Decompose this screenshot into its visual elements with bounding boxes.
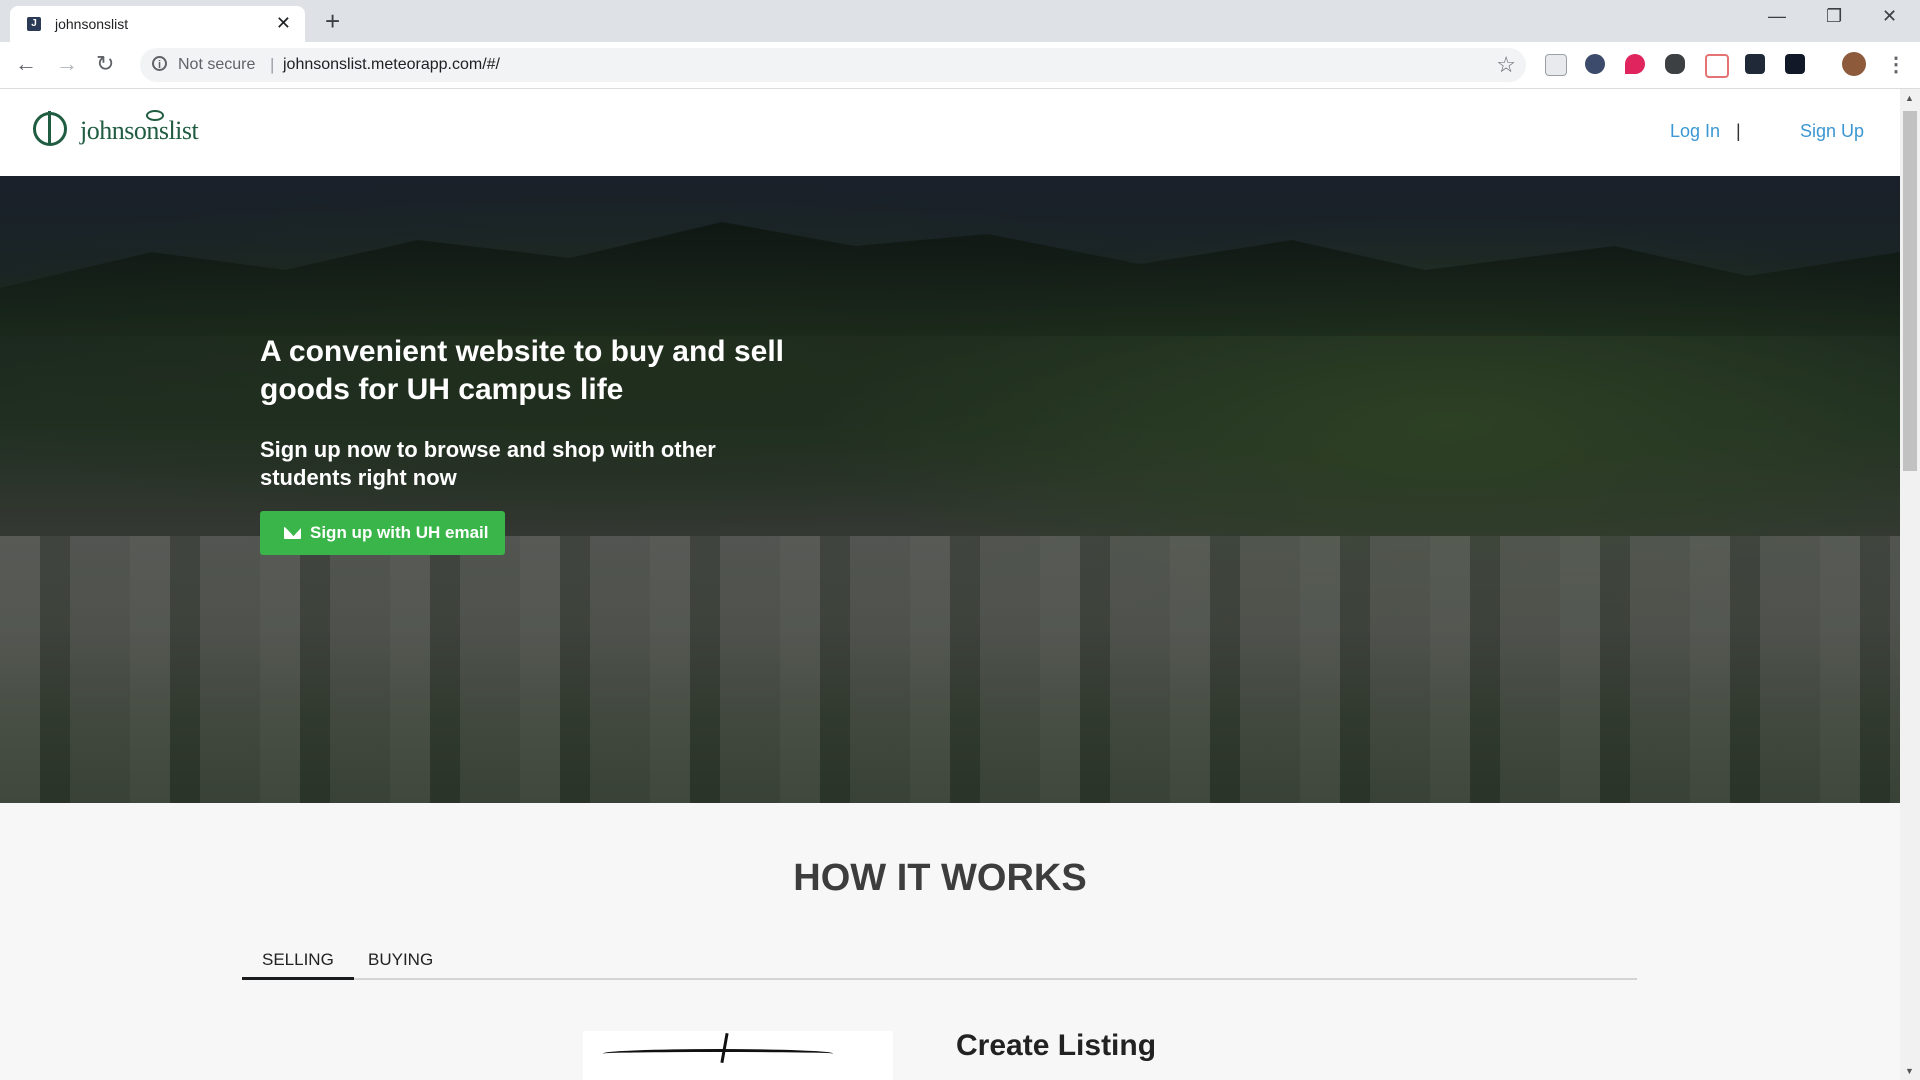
hero-subtitle: Sign up now to browse and shop with othe…: [260, 437, 716, 490]
how-it-works-section: HOW IT WORKS SELLING BUYING Create Listi…: [0, 803, 1900, 1080]
extension-shield-icon[interactable]: [1625, 54, 1645, 74]
minimize-icon[interactable]: —: [1768, 6, 1786, 27]
new-tab-icon[interactable]: +: [325, 6, 340, 36]
scroll-up-icon[interactable]: ▲: [1905, 93, 1914, 103]
close-tab-icon[interactable]: ✕: [276, 13, 291, 34]
signup-button-label: Sign up with UH email: [310, 523, 489, 542]
browser-tab-bar: J johnsonslist ✕ + — ❐ ✕: [0, 0, 1920, 42]
how-it-works-tabs: SELLING BUYING: [242, 948, 1637, 980]
scroll-down-icon[interactable]: ▼: [1905, 1066, 1914, 1076]
tab-buying[interactable]: BUYING: [348, 948, 453, 978]
page-scrollbar[interactable]: ▲ ▼: [1900, 89, 1920, 1080]
extension-pdf-icon[interactable]: [1705, 54, 1729, 78]
logo-mark-icon: [33, 111, 67, 146]
signup-uh-email-button[interactable]: Sign up with UH email: [260, 511, 505, 555]
scrollbar-thumb[interactable]: [1903, 111, 1917, 471]
profile-avatar[interactable]: [1842, 52, 1866, 76]
bookmark-star-icon[interactable]: ☆: [1496, 52, 1516, 78]
address-bar[interactable]: i Not secure | johnsonslist.meteorapp.co…: [140, 48, 1526, 82]
hero-section: A convenient website to buy and sell goo…: [0, 176, 1900, 803]
tab-title: johnsonslist: [55, 16, 129, 32]
address-separator: |: [270, 55, 275, 74]
extension-tabs-icon[interactable]: [1545, 54, 1567, 76]
back-icon[interactable]: ←: [15, 51, 37, 77]
step-title: Create Listing: [956, 1029, 1157, 1062]
security-indicator[interactable]: Not secure: [178, 56, 255, 74]
browser-tab[interactable]: J johnsonslist ✕: [10, 6, 305, 42]
nav-separator: |: [1736, 121, 1741, 141]
envelope-icon: [284, 527, 301, 539]
forward-icon[interactable]: →: [56, 51, 78, 77]
extension-puzzle-icon[interactable]: [1665, 54, 1685, 74]
browser-menu-icon[interactable]: ⋮: [1886, 52, 1906, 77]
window-close-icon[interactable]: ✕: [1882, 6, 1897, 27]
site-header: johnsonslist Log In | Sign Up: [0, 89, 1900, 176]
page-viewport: johnsonslist Log In | Sign Up A convenie…: [0, 89, 1900, 1080]
hero-title: A convenient website to buy and sell goo…: [260, 335, 784, 406]
create-listing-illustration: [583, 1031, 893, 1080]
login-link[interactable]: Log In: [1670, 121, 1720, 142]
extension-dev-icon[interactable]: [1785, 54, 1805, 74]
restore-icon[interactable]: ❐: [1826, 6, 1842, 27]
reload-icon[interactable]: ↻: [96, 51, 114, 77]
tab-selling[interactable]: SELLING: [242, 948, 354, 980]
extension-owl-icon[interactable]: [1585, 54, 1605, 74]
illustration-stroke: [720, 1032, 729, 1064]
extension-react-icon[interactable]: [1745, 54, 1765, 74]
site-favicon-icon: J: [27, 17, 41, 31]
url-text[interactable]: johnsonslist.meteorapp.com/#/: [283, 56, 500, 74]
logo-text: johnsonslist: [80, 116, 199, 145]
illustration-stroke: [603, 1049, 833, 1058]
browser-toolbar: ← → ↻ i Not secure | johnsonslist.meteor…: [0, 42, 1920, 89]
info-icon[interactable]: i: [152, 56, 167, 71]
signup-link[interactable]: Sign Up: [1800, 121, 1864, 142]
how-it-works-title: HOW IT WORKS: [793, 857, 1087, 899]
